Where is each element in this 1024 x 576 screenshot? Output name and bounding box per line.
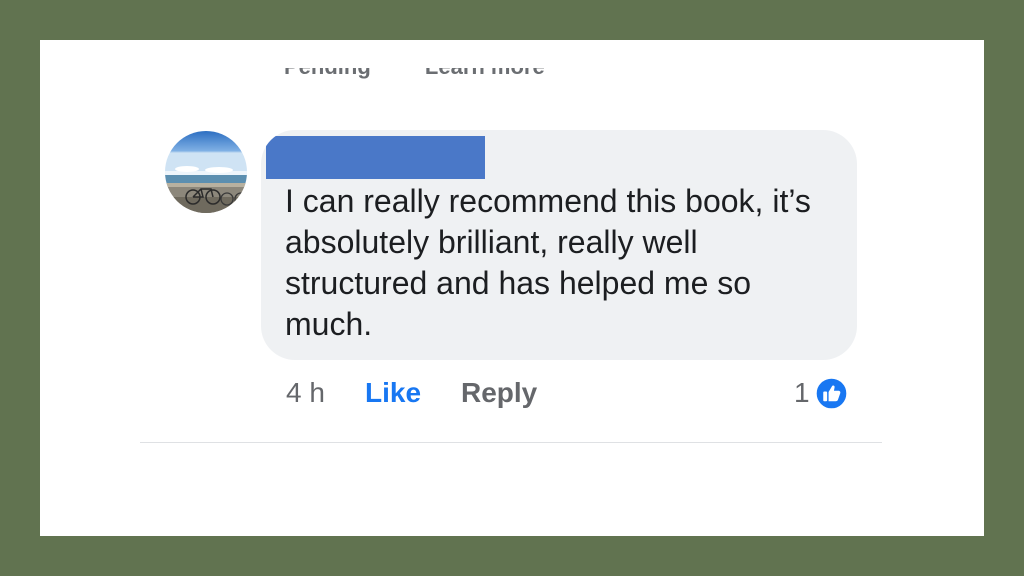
avatar-photo bbox=[165, 131, 247, 213]
comment-actions: 4 h Like Reply 1 bbox=[40, 376, 984, 416]
comment-text: I can really recommend this book, it’s a… bbox=[285, 183, 811, 342]
like-button[interactable]: Like bbox=[365, 376, 421, 410]
avatar[interactable] bbox=[165, 131, 247, 213]
comment-card: Pending Learn more bbox=[40, 40, 984, 536]
reply-button[interactable]: Reply bbox=[461, 376, 537, 410]
comment-bubble: I can really recommend this book, it’s a… bbox=[261, 130, 857, 360]
commenter-name-redaction bbox=[266, 136, 485, 179]
previous-comment-action-left[interactable]: Pending bbox=[284, 68, 371, 79]
thumbs-up-icon bbox=[814, 376, 848, 410]
previous-comment-action-right[interactable]: Learn more bbox=[425, 68, 545, 79]
reactions-summary[interactable]: 1 bbox=[794, 376, 848, 410]
reaction-count: 1 bbox=[794, 377, 810, 408]
comment-timestamp[interactable]: 4 h bbox=[286, 376, 325, 410]
comment-divider bbox=[140, 442, 882, 443]
previous-comment-actions: Pending Learn more bbox=[284, 68, 584, 82]
